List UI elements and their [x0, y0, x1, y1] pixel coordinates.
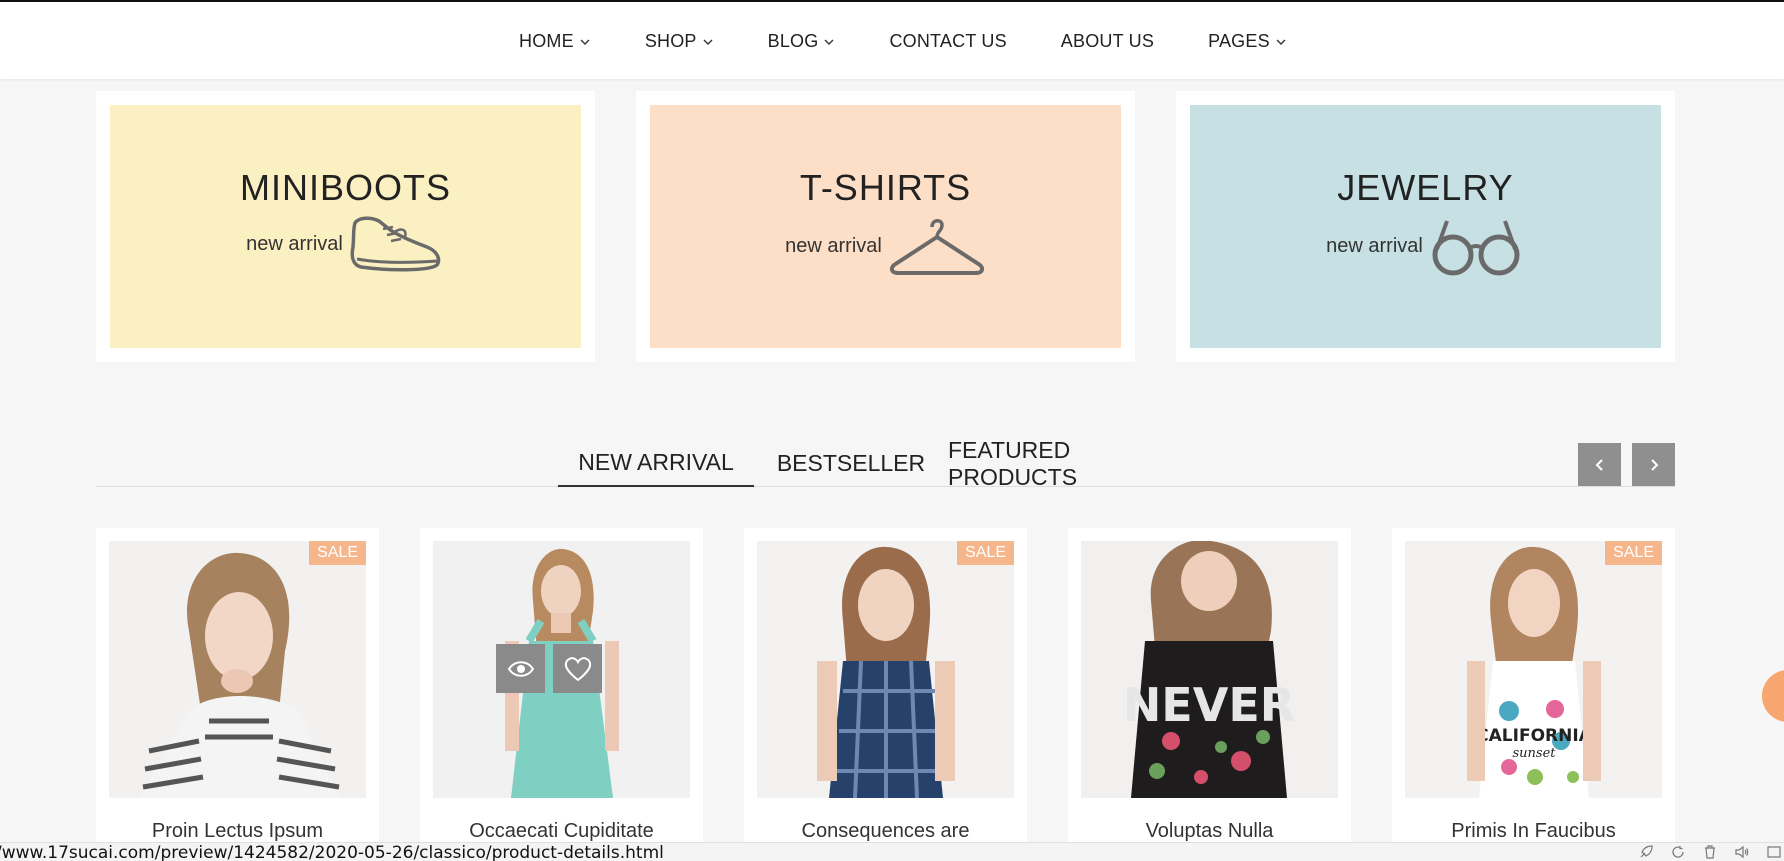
chevron-down-icon [579, 36, 591, 48]
banner-subtitle: new arrival [246, 232, 343, 255]
sale-badge: SALE [957, 541, 1014, 565]
banner-panel: JEWELRY new arrival [1190, 105, 1661, 348]
carousel-prev-button[interactable] [1578, 443, 1621, 486]
banner-title: T-SHIRTS [799, 167, 972, 208]
shirt-print-text: CALIFORNIA [1476, 726, 1592, 746]
nav-item-label: SHOP [644, 31, 697, 51]
product-image[interactable] [757, 541, 1014, 798]
nav-item-contact[interactable]: CONTACT US [889, 31, 1006, 52]
product-card[interactable]: CALIFORNIA sunset SALE Primis In Faucibu… [1392, 528, 1675, 848]
nav-item-blog[interactable]: BLOG [768, 31, 836, 52]
chevron-down-icon [702, 36, 714, 48]
product-title[interactable]: Occaecati Cupiditate [420, 820, 703, 843]
heart-icon [564, 656, 592, 682]
nav-item-label: BLOG [767, 31, 819, 51]
banner-subtitle-row: new arrival [785, 213, 986, 279]
nav-item-about[interactable]: ABOUT US [1061, 31, 1154, 52]
product-title[interactable]: Consequences are [744, 820, 1027, 843]
quick-view-button[interactable] [496, 644, 545, 693]
nav-item-label: HOME [519, 31, 574, 51]
browser-status-bar: /www.17sucai.com/preview/1424582/2020-05… [0, 842, 1784, 861]
banner-subtitle: new arrival [785, 234, 882, 257]
nav-item-label: PAGES [1208, 31, 1270, 51]
carousel-next-button[interactable] [1632, 443, 1675, 486]
product-image[interactable]: NEVER [1081, 541, 1338, 798]
shirt-print-subtext: sunset [1512, 746, 1556, 761]
banner-subtitle: new arrival [1326, 234, 1423, 257]
eye-icon [507, 659, 535, 679]
product-card[interactable]: Occaecati Cupiditate [420, 528, 703, 848]
product-card[interactable]: SALE Consequences are [744, 528, 1027, 848]
sale-badge: SALE [1605, 541, 1662, 565]
sale-badge: SALE [309, 541, 366, 565]
glasses-icon [1429, 213, 1525, 279]
nav-item-shop[interactable]: SHOP [645, 31, 714, 52]
banner-subtitle-row: new arrival [1326, 213, 1525, 279]
trash-icon[interactable] [1700, 845, 1720, 859]
banner-subtitle-row: new arrival [246, 213, 445, 275]
nav-item-pages[interactable]: PAGES [1208, 31, 1287, 52]
tab-new-arrival[interactable]: NEW ARRIVAL [558, 440, 754, 487]
chevron-left-icon [1592, 457, 1608, 473]
chevron-down-icon [1275, 36, 1287, 48]
window-icon[interactable] [1764, 845, 1784, 859]
nav-item-label: ABOUT US [1060, 31, 1155, 51]
nav-item-home[interactable]: HOME [519, 31, 591, 52]
product-image[interactable] [109, 541, 366, 798]
chevron-right-icon [1646, 457, 1662, 473]
tab-featured-products[interactable]: FEATURED PRODUCTS [948, 437, 1190, 490]
banner-miniboots[interactable]: MINIBOOTS new arrival [96, 91, 595, 362]
category-banners: MINIBOOTS new arrival T-SHIRTS new arriv… [96, 91, 1675, 362]
product-title[interactable]: Voluptas Nulla [1068, 820, 1351, 843]
product-image[interactable]: CALIFORNIA sunset [1405, 541, 1662, 798]
wishlist-button[interactable] [553, 644, 602, 693]
banner-title: MINIBOOTS [239, 167, 451, 208]
product-title[interactable]: Primis In Faucibus [1392, 820, 1675, 843]
rocket-icon[interactable] [1636, 845, 1656, 859]
status-url: /www.17sucai.com/preview/1424582/2020-05… [0, 843, 664, 861]
status-icons [1624, 845, 1784, 859]
product-title[interactable]: Proin Lectus Ipsum [96, 820, 379, 843]
shoe-icon [349, 213, 445, 275]
product-card[interactable]: SALE Proin Lectus Ipsum [96, 528, 379, 848]
speaker-icon[interactable] [1732, 845, 1752, 859]
product-grid: SALE Proin Lectus Ipsum Occaecati Cupidi… [96, 528, 1675, 848]
banner-panel: MINIBOOTS new arrival [110, 105, 581, 348]
banner-tshirts[interactable]: T-SHIRTS new arrival [636, 91, 1135, 362]
tab-bestseller[interactable]: BESTSELLER [776, 440, 926, 487]
product-tabs: NEW ARRIVAL BESTSELLER FEATURED PRODUCTS [96, 437, 1675, 490]
shirt-print-text: NEVER [1123, 678, 1295, 732]
floating-action-button[interactable] [1762, 670, 1784, 722]
main-nav: HOME SHOP BLOG CONTACT US ABOUT US PAGES [519, 31, 1341, 52]
hanger-icon [888, 213, 986, 279]
chevron-down-icon [823, 36, 835, 48]
banner-panel: T-SHIRTS new arrival [650, 105, 1121, 348]
refresh-icon[interactable] [1668, 845, 1688, 859]
banner-title: JEWELRY [1337, 167, 1514, 208]
product-card[interactable]: NEVER Voluptas Nulla [1068, 528, 1351, 848]
nav-item-label: CONTACT US [889, 31, 1007, 51]
site-header: HOME SHOP BLOG CONTACT US ABOUT US PAGES [0, 2, 1784, 79]
banner-jewelry[interactable]: JEWELRY new arrival [1176, 91, 1675, 362]
